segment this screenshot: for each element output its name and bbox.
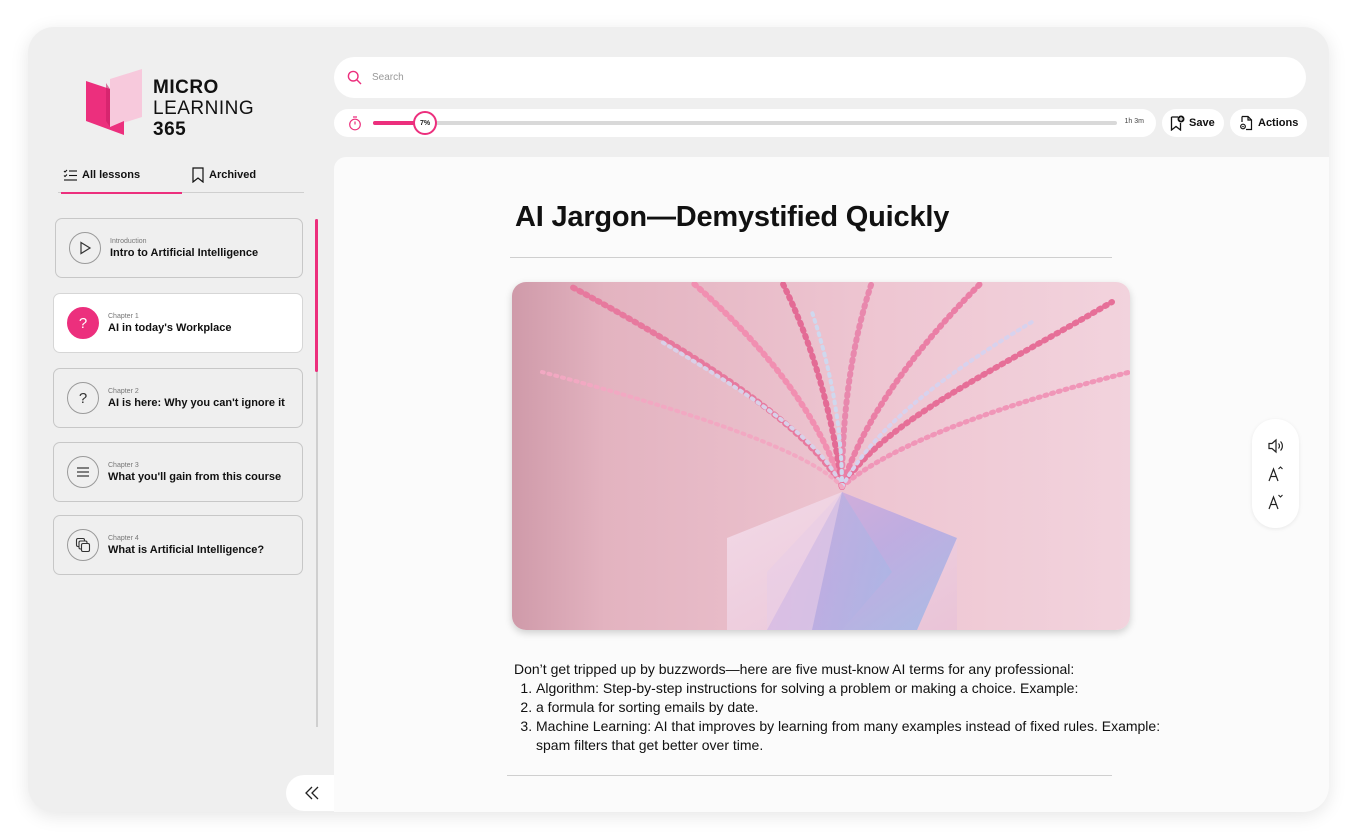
bookmark-icon — [192, 166, 204, 183]
progress-track[interactable]: 7% — [373, 111, 1117, 135]
bookmark-plus-icon — [1170, 115, 1185, 131]
tab-archived[interactable]: Archived — [192, 157, 256, 192]
tab-all-lessons-label: All lessons — [82, 168, 141, 181]
actions-label: Actions — [1258, 117, 1299, 129]
play-icon — [69, 232, 101, 264]
brand-line1: MICRO — [153, 77, 219, 98]
hero-image — [512, 282, 1130, 630]
list-item: Machine Learning: AI that improves by le… — [536, 717, 1164, 755]
lesson-kicker: Chapter 3 — [108, 461, 139, 469]
menu-icon — [67, 456, 99, 488]
lesson-intro: Don’t get tripped up by buzzwords—here a… — [514, 661, 1075, 677]
tab-all-lessons[interactable]: All lessons — [61, 157, 182, 194]
accessibility-toolbar — [1252, 419, 1299, 528]
double-chevron-left-icon — [305, 786, 319, 800]
tab-archived-label: Archived — [209, 168, 257, 181]
brand-logo: MICRO LEARNING 365 — [84, 69, 284, 141]
lesson-item-chapter-3[interactable]: Chapter 3 What you'll gain from this cou… — [53, 442, 303, 502]
lesson-title: What is Artificial Intelligence? — [108, 543, 265, 556]
lesson-body: Don’t get tripped up by buzzwords—here a… — [514, 660, 1164, 755]
book-logo-icon — [86, 69, 142, 135]
sidebar-tabs: All lessons Archived — [58, 157, 304, 194]
lesson-title: AI is here: Why you can't ignore it — [108, 396, 285, 409]
document-gear-icon — [1240, 115, 1253, 131]
question-icon: ? — [67, 307, 99, 339]
lesson-item-chapter-1[interactable]: ? Chapter 1 AI in today's Workplace — [53, 293, 303, 353]
question-icon: ? — [67, 382, 99, 414]
lesson-kicker: Chapter 2 — [108, 387, 139, 395]
lesson-kicker: Chapter 4 — [108, 534, 139, 542]
timer-icon — [349, 116, 361, 131]
layers-icon — [67, 529, 99, 561]
lesson-content-panel: AI Jargon—Demystified Quickly Don’t get … — [334, 157, 1329, 812]
course-progress-bar: 7% 1h 3m — [334, 109, 1156, 137]
lesson-kicker: Introduction — [110, 237, 147, 245]
list-item: Algorithm: Step-by-step instructions for… — [536, 679, 1164, 698]
brand-line2: LEARNING — [153, 98, 255, 119]
sidebar-scrollbar-thumb[interactable] — [315, 219, 318, 372]
brand-line3: 365 — [153, 119, 187, 140]
lesson-kicker: Chapter 1 — [108, 312, 139, 320]
lesson-item-chapter-2[interactable]: ? Chapter 2 AI is here: Why you can't ig… — [53, 368, 303, 428]
speaker-icon[interactable] — [1264, 436, 1288, 456]
progress-percent: 7% — [420, 119, 431, 127]
page-title: AI Jargon—Demystified Quickly — [515, 201, 950, 233]
font-increase-icon[interactable] — [1264, 464, 1288, 484]
lesson-item-chapter-4[interactable]: Chapter 4 What is Artificial Intelligenc… — [53, 515, 303, 575]
lesson-title: AI in today's Workplace — [108, 321, 232, 334]
save-button[interactable]: Save — [1162, 109, 1224, 137]
save-label: Save — [1189, 117, 1215, 129]
progress-knob[interactable]: 7% — [413, 111, 438, 135]
collapse-sidebar-button[interactable] — [286, 775, 338, 811]
font-decrease-icon[interactable] — [1264, 492, 1288, 512]
search-bar[interactable] — [334, 57, 1306, 98]
actions-button[interactable]: Actions — [1230, 109, 1307, 137]
bottom-divider — [507, 775, 1112, 776]
terms-list: Algorithm: Step-by-step instructions for… — [536, 679, 1164, 755]
title-divider — [510, 257, 1112, 258]
course-duration: 1h 3m — [1124, 118, 1144, 125]
lesson-title: What you'll gain from this course — [108, 470, 282, 483]
lesson-item-intro[interactable]: Introduction Intro to Artificial Intelli… — [55, 218, 303, 278]
app-window: MICRO LEARNING 365 All lessons Archived — [28, 27, 1329, 812]
lesson-title: Intro to Artificial Intelligence — [110, 246, 259, 259]
search-icon — [347, 70, 362, 85]
list-item: a formula for sorting emails by date. — [536, 698, 1164, 717]
brand-wordmark: MICRO LEARNING 365 — [153, 77, 254, 140]
search-input[interactable] — [372, 72, 1272, 83]
list-icon — [63, 169, 77, 181]
